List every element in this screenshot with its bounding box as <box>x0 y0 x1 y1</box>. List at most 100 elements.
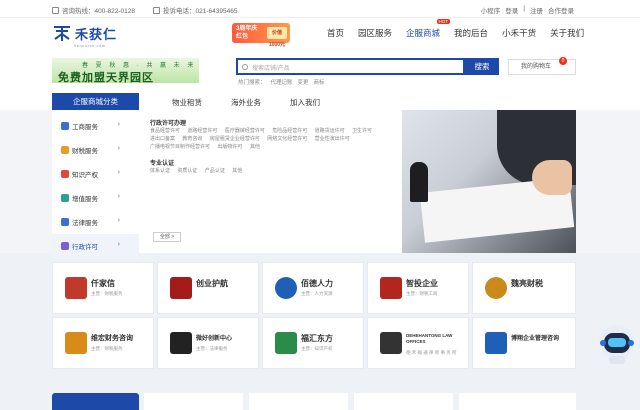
cert-link[interactable]: 产品认证 <box>205 168 225 174</box>
brand-card[interactable]: 微好创新中心 主营：法律服务 <box>157 317 259 369</box>
photo-stamp <box>410 162 428 202</box>
hot-search-item[interactable]: 商标 <box>314 78 325 86</box>
nav-dashboard[interactable]: 我的后台 <box>454 27 488 39</box>
partner-login-link[interactable]: 合作登录 <box>548 5 574 15</box>
permit-link[interactable]: 其他 <box>250 144 260 150</box>
cert-link[interactable]: 体系认证 <box>150 168 170 174</box>
cart-button[interactable]: 我的购物车 0 <box>508 57 576 75</box>
permit-links: 食品经营许可 道路经营许可 医疗器械经营许可 危险品经营许可 道路货运许可 卫生… <box>150 127 390 151</box>
nav-home[interactable]: 首页 <box>327 27 344 39</box>
permit-link[interactable]: 网络文化经营许可 <box>267 136 307 142</box>
chevron-right-icon: › <box>117 241 120 248</box>
brand-name: 仟家信 <box>91 279 115 288</box>
brand-tag: 主营：财税服务 <box>91 291 123 296</box>
category-item-ip[interactable]: 知识产权 › <box>52 162 139 186</box>
permit-link[interactable]: 道路货运许可 <box>315 128 345 134</box>
brand-card[interactable]: 魏亮财税 <box>472 262 576 314</box>
category-label: 知识产权 <box>72 172 98 179</box>
hot-search-item[interactable]: 代理记账 <box>271 78 293 86</box>
brand-name: DEHEHANTONG LAW OFFICES <box>406 333 453 344</box>
permit-link[interactable]: 出版物许可 <box>217 144 242 150</box>
chevron-right-icon: › <box>117 145 120 152</box>
permit-link[interactable]: 医疗器械经营许可 <box>225 128 265 134</box>
permit-link[interactable]: 营业性演出许可 <box>315 136 350 142</box>
logo-name: 禾获仁 <box>75 26 118 42</box>
hero-photo <box>402 110 576 253</box>
separator: | <box>523 5 525 12</box>
nav-articles[interactable]: 小禾干货 <box>502 27 536 39</box>
category-label: 增值服务 <box>72 196 98 203</box>
search-icon <box>242 64 248 70</box>
subnav-property-rental[interactable]: 物业租赁 <box>172 97 202 108</box>
chat-robot-icon[interactable] <box>597 322 637 366</box>
register-link[interactable]: 注册 <box>530 5 543 15</box>
nav-about[interactable]: 关于我们 <box>550 27 584 39</box>
brand-logo-icon <box>485 277 507 299</box>
anniversary-promo[interactable]: 3周年庆 红包 价值1000元 <box>232 23 290 48</box>
permit-link[interactable]: 进出口备案 <box>150 136 175 142</box>
gavel-icon <box>61 218 69 226</box>
franchise-banner[interactable]: 春 夏 秋 惠 · 共 赢 未 来 免费加盟天界园区 <box>52 58 199 83</box>
brand-card[interactable]: 维宏财务咨询 主营：财税服务 <box>52 317 154 369</box>
bottom-card[interactable] <box>459 393 576 410</box>
brand-logo-icon <box>485 332 507 354</box>
subnav-overseas[interactable]: 海外业务 <box>231 97 261 108</box>
brand-tag: 主营：财税工商 <box>406 291 438 296</box>
hot-search-item[interactable]: 变更 <box>298 78 309 86</box>
hot-badge: HOT <box>436 19 451 24</box>
brand-card[interactable]: 福汇东方 主营：知识产权 <box>262 317 364 369</box>
cert-link[interactable]: 其他 <box>232 168 242 174</box>
brand-tag: 主营：财税服务 <box>91 346 123 351</box>
permit-link[interactable]: 房屋租赁企业经营许可 <box>210 136 260 142</box>
brand-name: 创业护航 <box>196 279 228 288</box>
mini-program-link[interactable]: 小程序 <box>481 5 501 15</box>
nav-park-services[interactable]: 园区服务 <box>358 27 392 39</box>
bottom-card[interactable] <box>144 393 243 410</box>
subnav-join-us[interactable]: 加入我们 <box>290 97 320 108</box>
brand-tag: 主营：人力资源 <box>301 291 333 296</box>
section-title: 行政许可办理 <box>150 121 187 127</box>
brand-card[interactable]: 创业护航 <box>157 262 259 314</box>
permit-link[interactable]: 道路经营许可 <box>187 128 217 134</box>
cert-link[interactable]: 资质认证 <box>177 168 197 174</box>
brand-logo-icon <box>65 277 87 299</box>
brand-card[interactable]: 佰德人力 主营：人力资源 <box>262 262 364 314</box>
shield-icon <box>61 194 69 202</box>
brand-logo-icon <box>380 277 402 299</box>
briefcase-icon <box>61 122 69 130</box>
complaint-text: 投诉电话：021-64395465 <box>163 8 238 15</box>
login-link[interactable]: 登录 <box>505 5 518 15</box>
brand-card[interactable]: 博翔企业管理咨询 <box>472 317 576 369</box>
bottom-card[interactable] <box>354 393 453 410</box>
category-item-business[interactable]: 工商服务 › <box>52 114 139 138</box>
brand-name: 魏亮财税 <box>511 279 543 288</box>
brand-card[interactable]: DEHEHANTONG LAW OFFICES 德 禾 翰 通 律 师 事 务 所 <box>367 317 469 369</box>
bottom-card[interactable] <box>249 393 348 410</box>
category-item-tax[interactable]: 财税服务 › <box>52 138 139 162</box>
category-item-legal[interactable]: 法律服务 › <box>52 210 139 234</box>
permit-link[interactable]: 广播电视节目制作经营许可 <box>150 144 210 150</box>
logo[interactable]: 禾获仁 hehuoren.com <box>52 23 118 48</box>
hot-searches: 热门搜索： 代理记账 变更 商标 <box>238 78 325 86</box>
permit-link[interactable]: 食品经营许可 <box>150 128 180 134</box>
search-button[interactable]: 搜索 <box>465 58 499 75</box>
search-input[interactable]: 搜索店铺/产品 <box>236 58 465 75</box>
category-menu-title[interactable]: 企服商城分类 <box>52 93 139 110</box>
category-label: 工商服务 <box>72 124 98 131</box>
category-item-value-added[interactable]: 增值服务 › <box>52 186 139 210</box>
permit-link[interactable]: 教育咨询 <box>182 136 202 142</box>
brand-card[interactable]: 智投企业主营：财税工商 <box>367 262 469 314</box>
bottom-tab-active[interactable] <box>52 393 139 410</box>
document-icon <box>61 242 69 250</box>
brand-name: 智投企业 <box>406 279 438 288</box>
brand-logo-icon <box>380 332 402 354</box>
banner-title: 免费加盟天界园区 <box>58 72 154 83</box>
brand-logo-icon <box>275 277 297 299</box>
nav-mall[interactable]: 企服商城 HOT <box>406 19 451 39</box>
brand-logo-icon <box>65 332 87 354</box>
permit-link[interactable]: 卫生许可 <box>352 128 372 134</box>
brand-card[interactable]: 仟家信主营：财税服务 <box>52 262 154 314</box>
category-item-permits[interactable]: 行政许可 › <box>52 234 139 258</box>
permit-link[interactable]: 危险品经营许可 <box>272 128 307 134</box>
view-all-button[interactable]: 全部 > <box>153 232 181 242</box>
